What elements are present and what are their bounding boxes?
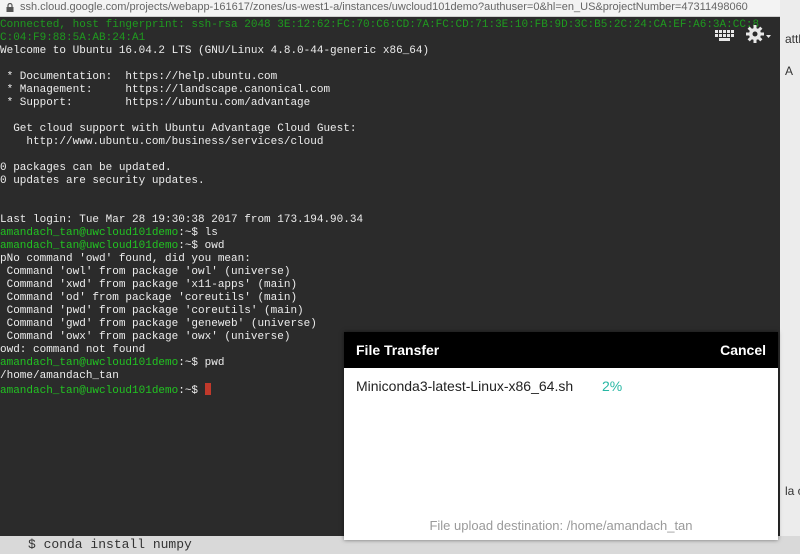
terminal-line: amandach_tan@uwcloud101demo:~$ ls <box>0 227 218 240</box>
terminal-line: /home/amandach_tan <box>0 370 119 383</box>
lock-icon <box>6 3 14 12</box>
terminal-line: amandach_tan@uwcloud101demo:~$ owd <box>0 240 224 253</box>
terminal-line: Welcome to Ubuntu 16.04.2 LTS (GNU/Linux… <box>0 45 429 58</box>
prompt-command: :~$ pwd <box>178 357 225 369</box>
terminal-output: * Documentation: https://help.ubuntu.com <box>0 71 278 83</box>
prompt-user-host: amandach_tan@uwcloud101demo <box>0 227 179 239</box>
terminal-line: Command 'owx' from package 'owx' (univer… <box>0 331 291 344</box>
terminal-line: Command 'owl' from package 'owl' (univer… <box>0 266 291 279</box>
background-code: $ conda install numpy <box>28 537 192 552</box>
terminal-output: owd: command not found <box>0 344 146 356</box>
terminal-output: Command 'gwd' from package 'geneweb' (un… <box>0 318 317 330</box>
terminal-line: Command 'pwd' from package 'coreutils' (… <box>0 305 304 318</box>
prompt-command: :~$ owd <box>178 240 225 252</box>
dialog-header: File Transfer Cancel <box>344 332 778 368</box>
terminal-line: * Support: https://ubuntu.com/advantage <box>0 97 311 110</box>
url-bar[interactable]: ssh.cloud.google.com/projects/webapp-161… <box>0 0 780 17</box>
prompt-command: :~$ ls <box>178 227 218 239</box>
terminal-line: http://www.ubuntu.com/business/services/… <box>0 136 323 149</box>
terminal-line: Command 'od' from package 'coreutils' (m… <box>0 292 297 305</box>
transfer-file-name: Miniconda3-latest-Linux-x86_64.sh <box>356 378 574 394</box>
keyboard-icon[interactable] <box>714 28 736 44</box>
terminal-line: owd: command not found <box>0 344 145 357</box>
terminal-cursor <box>204 383 211 395</box>
terminal-output: Last login: Tue Mar 28 19:30:38 2017 fro… <box>0 214 364 226</box>
background-text-3: la c <box>785 484 800 498</box>
terminal-line: pNo command 'owd' found, did you mean: <box>0 253 251 266</box>
terminal-line: Get cloud support with Ubuntu Advantage … <box>0 123 356 136</box>
terminal-line: * Management: https://landscape.canonica… <box>0 84 330 97</box>
terminal-line: Connected, host fingerprint: ssh-rsa 204… <box>0 19 759 32</box>
url-text[interactable]: ssh.cloud.google.com/projects/webapp-161… <box>20 1 776 13</box>
terminal-output: Command 'owx' from package 'owx' (univer… <box>0 331 291 343</box>
prompt-user-host: amandach_tan@uwcloud101demo <box>0 240 179 252</box>
terminal-output: Connected, host fingerprint: ssh-rsa 204… <box>0 19 760 31</box>
terminal-line: Command 'xwd' from package 'x11-apps' (m… <box>0 279 297 292</box>
upload-destination: File upload destination: /home/amandach_… <box>429 518 693 533</box>
background-text-2: A <box>785 64 794 78</box>
prompt-command: :~$ <box>178 385 205 397</box>
terminal-output: Welcome to Ubuntu 16.04.2 LTS (GNU/Linux… <box>0 45 430 57</box>
transfer-progress: 2% <box>602 378 623 394</box>
terminal-line: 0 packages can be updated. <box>0 162 172 175</box>
terminal-output: pNo command 'owd' found, did you mean: <box>0 253 251 265</box>
terminal-output: Command 'owl' from package 'owl' (univer… <box>0 266 291 278</box>
terminal-output: 0 packages can be updated. <box>0 162 172 174</box>
terminal-line: * Documentation: https://help.ubuntu.com <box>0 71 278 84</box>
terminal-line: Command 'gwd' from package 'geneweb' (un… <box>0 318 317 331</box>
terminal-output: C:04:F9:88:5A:AB:24:A1 <box>0 32 146 44</box>
terminal-line: amandach_tan@uwcloud101demo:~$ pwd <box>0 357 224 370</box>
cancel-button[interactable]: Cancel <box>720 342 766 358</box>
file-transfer-dialog: File Transfer Cancel Miniconda3-latest-L… <box>344 332 778 540</box>
background-text-1: attle <box>785 32 800 46</box>
terminal-line: 0 updates are security updates. <box>0 175 205 188</box>
terminal-output: Get cloud support with Ubuntu Advantage … <box>0 123 357 135</box>
terminal-output: http://www.ubuntu.com/business/services/… <box>0 136 324 148</box>
terminal-output: Command 'od' from package 'coreutils' (m… <box>0 292 298 304</box>
terminal-line: Last login: Tue Mar 28 19:30:38 2017 fro… <box>0 214 363 227</box>
terminal-output: Command 'xwd' from package 'x11-apps' (m… <box>0 279 298 291</box>
dialog-title: File Transfer <box>356 342 440 358</box>
terminal-output: * Management: https://landscape.canonica… <box>0 84 331 96</box>
terminal-line: amandach_tan@uwcloud101demo:~$ <box>0 383 211 398</box>
terminal-line: C:04:F9:88:5A:AB:24:A1 <box>0 32 145 45</box>
prompt-user-host: amandach_tan@uwcloud101demo <box>0 357 179 369</box>
terminal-output: /home/amandach_tan <box>0 370 119 382</box>
terminal-output: * Support: https://ubuntu.com/advantage <box>0 97 311 109</box>
gear-icon[interactable] <box>746 24 772 44</box>
prompt-user-host: amandach_tan@uwcloud101demo <box>0 385 179 397</box>
terminal-output: Command 'pwd' from package 'coreutils' (… <box>0 305 304 317</box>
terminal-output: 0 updates are security updates. <box>0 175 205 187</box>
